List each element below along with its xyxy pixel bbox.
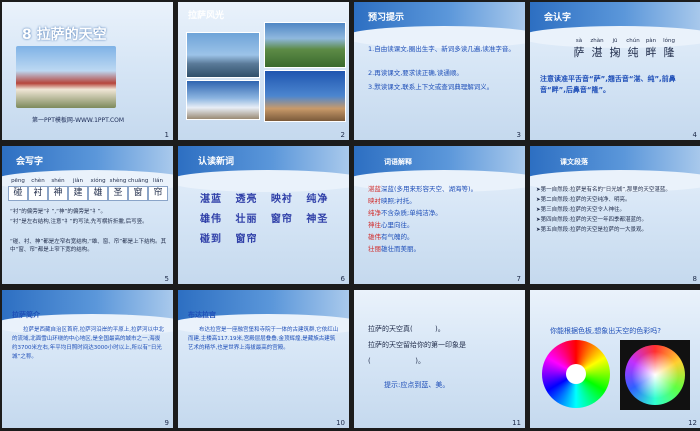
slide-10-title: 布达拉宫 [188, 311, 216, 319]
definition-1: 湛蓝深蓝(多用来形容天空、湖海等)。 [368, 185, 478, 193]
write-note-2: “衬”是左右结构,注意“礻”的写法,先写横折折撇,后写竖。 [10, 219, 148, 225]
slide-number: 5 [164, 275, 169, 283]
preview-line-2: 2.再读课文,要求读正确,读通顺。 [368, 69, 463, 77]
lhasa-photo-3 [186, 80, 260, 120]
answer-hint: 提示:应点到蓝、美。 [384, 381, 450, 389]
paragraph-summary-2: ➤第二自然段:拉萨的天空纯净、明亮。 [536, 197, 631, 203]
definition-5: 雄伟有气魄的。 [368, 233, 414, 241]
color-wheel-image [542, 340, 610, 408]
slide-9-title: 拉萨简介 [12, 311, 40, 319]
slide-8[interactable]: 课文段落 ➤第一自然段:拉萨是有名的“日光城”,那里的天空湛蓝。 ➤第二自然段:… [530, 146, 700, 284]
write-chars-table: pēng 碰 chèn 衬 shén 神 jiàn 建 xióng 雄 shèng 圣 ch… [8, 178, 168, 201]
slide-number: 8 [692, 275, 697, 283]
definition-2: 映衬映照;衬托。 [368, 197, 416, 205]
preview-line-1: 1.自由读课文,圈出生字、新词多读几遍,读准字音。 [368, 45, 515, 53]
slide-4-title: 会认字 [544, 13, 572, 23]
new-words-row-3: 碰到 窗帘 [200, 234, 258, 245]
fill-blank-3: ( )。 [368, 357, 425, 365]
lhasa-photo-1 [186, 32, 260, 78]
slide-2[interactable]: 拉萨风光 2 [178, 2, 349, 140]
slide-9[interactable]: 拉萨简介 拉萨是西藏自治区首府,拉萨河沿岸的平原上,拉萨河以中北的流域,北面雪山… [2, 290, 173, 428]
preview-line-3: 3.默读课文,联系上下文或查词典理解词义。 [368, 83, 494, 91]
lhasa-photo-4 [264, 70, 346, 122]
slide-number: 2 [340, 131, 345, 139]
slide-11[interactable]: 拉萨的天空真( )。 拉萨的天空留给你的第一印象是 ( )。 提示:应点到蓝、美… [354, 290, 525, 428]
color-spectrum-image [620, 340, 690, 410]
potala-palace-image [16, 46, 116, 108]
fill-blank-1: 拉萨的天空真( )。 [368, 325, 445, 333]
new-words-row-1: 湛蓝 透亮 映衬 纯净 [200, 194, 329, 205]
slide-5[interactable]: 会写字 pēng 碰 chèn 衬 shén 神 jiàn 建 xióng 雄 shèng… [2, 146, 173, 284]
slide-3-title: 预习提示 [368, 13, 405, 23]
paragraph-summary-5: ➤第五自然段:拉萨的天空是拉萨的一大景观。 [536, 227, 647, 233]
slide-8-title: 课文段落 [560, 158, 588, 166]
slide-12[interactable]: 你能根据色板,想象出天空的色彩吗? 12 [530, 290, 700, 428]
write-note-1: “衬”的偏旁是“礻”,“神”的偏旁是“礻”。 [10, 209, 107, 215]
slide-6-title: 认读新词 [198, 157, 235, 167]
definition-4: 神往心里向往。 [368, 221, 414, 229]
slide-number: 12 [688, 419, 697, 427]
slide-number: 9 [164, 419, 169, 427]
definition-3: 纯净不含杂质;单纯洁净。 [368, 209, 442, 217]
slide-grid: 8 拉萨的天空 第一PPT模板网-WWW.1PPT.COM 1 拉萨风光 2 预… [0, 0, 700, 431]
new-words-row-2: 雄伟 壮丽 窗帘 神圣 [200, 214, 329, 225]
slide-1[interactable]: 8 拉萨的天空 第一PPT模板网-WWW.1PPT.COM 1 [2, 2, 173, 140]
potala-intro-text: 布达拉宫是一座融宫堡和寺院于一体的古建筑群,它依红山而建,主楼高117.19米,… [188, 327, 339, 351]
paragraph-summary-4: ➤第四自然段:拉萨的天空一年四季都湛蓝的。 [536, 217, 647, 223]
slide-number: 1 [164, 131, 169, 139]
color-question: 你能根据色板,想象出天空的色彩吗? [550, 327, 661, 335]
slide-1-title: 8 拉萨的天空 [22, 27, 107, 43]
slide-7-title: 词语解释 [384, 158, 412, 166]
write-note-3: “碰、衬、神”都是左窄右宽结构,“雄、窗、帘”都是上下结构。其中“窗、帘”都是上… [10, 239, 167, 253]
slide-2-title: 拉萨风光 [188, 11, 225, 21]
recognize-chars: sà 萨 zhàn 湛 jū 掬 chún 纯 pàn 畔 lóng 隆 [573, 38, 675, 59]
slide-number: 3 [516, 131, 521, 139]
slide-header-wave [178, 170, 349, 192]
slide-6[interactable]: 认读新词 湛蓝 透亮 映衬 纯净 雄伟 壮丽 窗帘 神圣 碰到 窗帘 6 [178, 146, 349, 284]
lhasa-intro-text: 拉萨是西藏自治区首府,拉萨河沿岸的平原上,拉萨河以中北的流域,北面雪山环绕的中心… [12, 327, 164, 360]
paragraph-summary-1: ➤第一自然段:拉萨是有名的“日光城”,那里的天空湛蓝。 [536, 187, 671, 193]
slide-3[interactable]: 预习提示 1.自由读课文,圈出生字、新词多读几遍,读准字音。 2.再读课文,要求… [354, 2, 525, 140]
slide-number: 4 [692, 131, 697, 139]
slide-number: 11 [512, 419, 521, 427]
slide-number: 10 [336, 419, 345, 427]
slide-number: 6 [340, 275, 345, 283]
slide-1-footer: 第一PPT模板网-WWW.1PPT.COM [32, 117, 125, 124]
fill-blank-2: 拉萨的天空留给你的第一印象是 [368, 341, 466, 349]
paragraph-summary-3: ➤第三自然段:拉萨的天空令人神往。 [536, 207, 625, 213]
slide-10[interactable]: 布达拉宫 布达拉宫是一座融宫堡和寺院于一体的古建筑群,它依红山而建,主楼高117… [178, 290, 349, 428]
lhasa-photo-2 [264, 22, 346, 68]
slide-4[interactable]: 会认字 sà 萨 zhàn 湛 jū 掬 chún 纯 pàn 畔 lóng 隆 注意读准平… [530, 2, 700, 140]
pronunciation-note: 注意读准平舌音“萨”,翘舌音“湛、纯”,前鼻音“畔”,后鼻音“隆”。 [540, 75, 676, 94]
slide-5-title: 会写字 [16, 157, 44, 167]
slide-7[interactable]: 词语解释 湛蓝深蓝(多用来形容天空、湖海等)。 映衬映照;衬托。 纯净不含杂质;… [354, 146, 525, 284]
slide-number: 7 [516, 275, 521, 283]
definition-6: 壮丽雄壮而美丽。 [368, 245, 420, 253]
